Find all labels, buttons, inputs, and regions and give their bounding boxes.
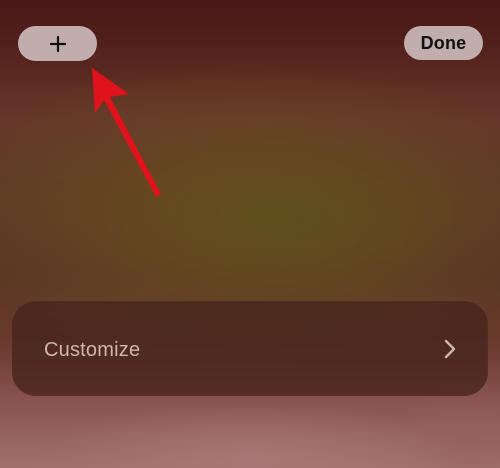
wallpaper-background	[0, 0, 500, 468]
customize-row[interactable]: Customize	[12, 301, 488, 396]
customize-label: Customize	[44, 339, 141, 361]
plus-icon	[49, 35, 67, 53]
done-button[interactable]: Done	[404, 26, 483, 60]
chevron-right-icon	[440, 338, 460, 360]
add-widget-button[interactable]	[18, 26, 97, 61]
